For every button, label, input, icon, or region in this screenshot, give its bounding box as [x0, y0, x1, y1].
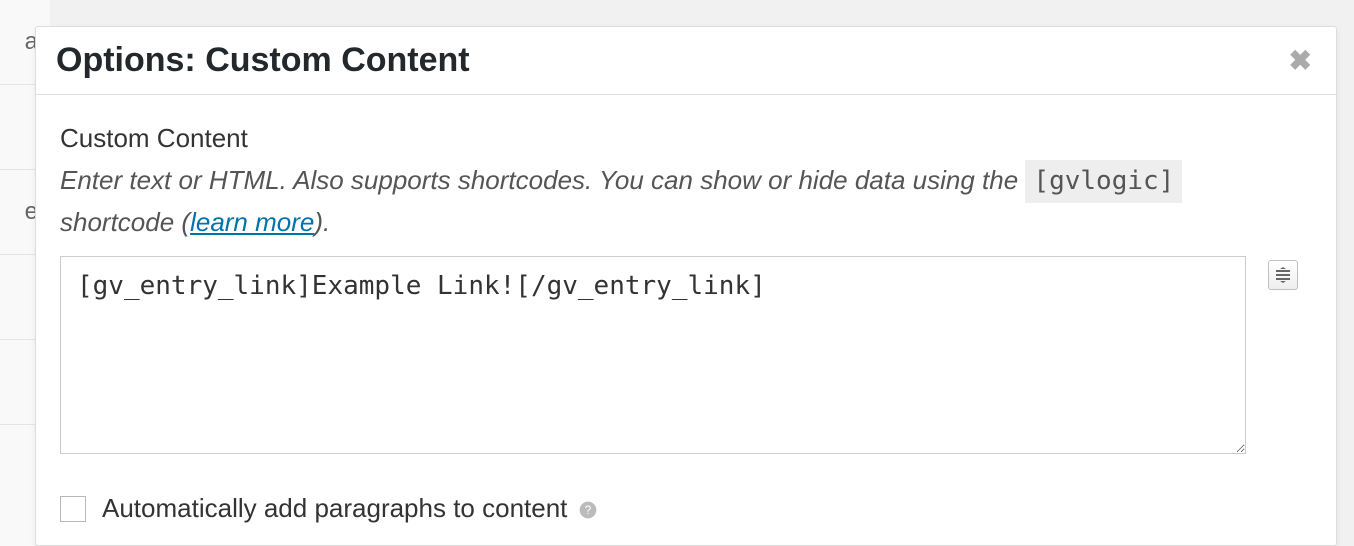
checkbox-label-text: Automatically add paragraphs to content	[102, 493, 567, 523]
auto-paragraphs-label: Automatically add paragraphs to content …	[102, 493, 599, 524]
options-modal: Options: Custom Content ✖ Custom Content…	[35, 26, 1337, 546]
help-text-part2: shortcode (	[60, 207, 190, 237]
field-help-text: Enter text or HTML. Also supports shortc…	[60, 160, 1240, 242]
help-text-part1: Enter text or HTML. Also supports shortc…	[60, 165, 1025, 195]
svg-text:?: ?	[584, 504, 591, 517]
gvlogic-code-chip: [gvlogic]	[1025, 160, 1182, 203]
close-icon[interactable]: ✖	[1289, 44, 1312, 77]
help-icon[interactable]: ?	[577, 499, 599, 521]
expand-textarea-icon[interactable]	[1268, 260, 1298, 290]
custom-content-textarea[interactable]	[60, 256, 1246, 454]
textarea-wrapper	[60, 256, 1312, 459]
modal-title: Options: Custom Content	[56, 41, 470, 80]
auto-paragraphs-row: Automatically add paragraphs to content …	[60, 493, 1312, 524]
modal-body: Custom Content Enter text or HTML. Also …	[36, 95, 1336, 534]
modal-header: Options: Custom Content ✖	[36, 27, 1336, 95]
help-text-part3: ).	[314, 207, 330, 237]
field-label-custom-content: Custom Content	[60, 123, 1312, 154]
learn-more-link[interactable]: learn more	[190, 207, 314, 237]
auto-paragraphs-checkbox[interactable]	[60, 496, 86, 522]
